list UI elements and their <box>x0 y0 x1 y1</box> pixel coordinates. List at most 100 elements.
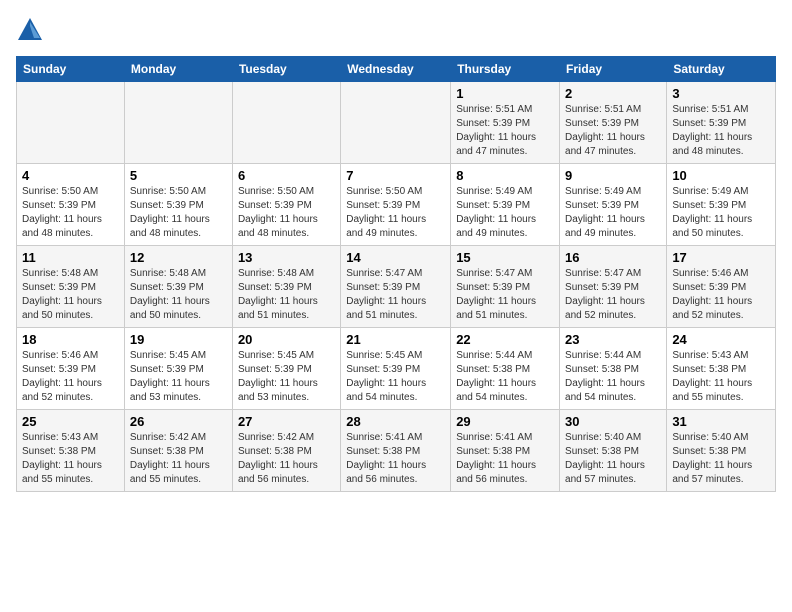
day-cell: 13Sunrise: 5:48 AM Sunset: 5:39 PM Dayli… <box>232 246 340 328</box>
day-info: Sunrise: 5:45 AM Sunset: 5:39 PM Dayligh… <box>238 349 335 405</box>
day-number: 30 <box>565 414 661 429</box>
day-cell: 28Sunrise: 5:41 AM Sunset: 5:38 PM Dayli… <box>341 410 451 492</box>
day-cell: 14 Sunrise: 5:47 AM Sunset: 5:39 PM Dayli… <box>341 246 451 328</box>
day-cell: 22Sunrise: 5:44 AM Sunset: 5:38 PM Dayli… <box>451 328 560 410</box>
header-cell-wednesday: Wednesday <box>341 57 451 82</box>
day-cell: 5 Sunrise: 5:50 AM Sunset: 5:39 PM Daylig… <box>124 164 232 246</box>
day-number: 25 <box>22 414 119 429</box>
day-number: 23 <box>565 332 661 347</box>
day-number: 27 <box>238 414 335 429</box>
day-cell: 8Sunrise: 5:49 AM Sunset: 5:39 PM Daylig… <box>451 164 560 246</box>
day-cell <box>124 82 232 164</box>
header-cell-tuesday: Tuesday <box>232 57 340 82</box>
day-number: 28 <box>346 414 445 429</box>
day-cell: 6 Sunrise: 5:50 AM Sunset: 5:39 PM Daylig… <box>232 164 340 246</box>
day-info: Sunrise: 5:51 AM Sunset: 5:39 PM Dayligh… <box>456 103 554 159</box>
day-info: Sunrise: 5:45 AM Sunset: 5:39 PM Dayligh… <box>346 349 445 405</box>
day-cell: 12 Sunrise: 5:48 AM Sunset: 5:39 PM Dayli… <box>124 246 232 328</box>
calendar-table: SundayMondayTuesdayWednesdayThursdayFrid… <box>16 56 776 492</box>
day-info: Sunrise: 5:50 AM Sunset: 5:39 PM Dayligh… <box>238 185 335 241</box>
day-info: Sunrise: 5:42 AM Sunset: 5:38 PM Dayligh… <box>130 431 227 487</box>
week-row-1: 1 Sunrise: 5:51 AM Sunset: 5:39 PM Daylig… <box>17 82 776 164</box>
day-cell: 7 Sunrise: 5:50 AM Sunset: 5:39 PM Daylig… <box>341 164 451 246</box>
day-number: 20 <box>238 332 335 347</box>
day-info: Sunrise: 5:43 AM Sunset: 5:38 PM Dayligh… <box>22 431 119 487</box>
day-cell: 11 Sunrise: 5:48 AM Sunset: 5:39 PM Dayli… <box>17 246 125 328</box>
day-info: Sunrise: 5:43 AM Sunset: 5:38 PM Dayligh… <box>672 349 770 405</box>
day-cell: 17 Sunrise: 5:46 AM Sunset: 5:39 PM Dayli… <box>667 246 776 328</box>
day-info: Sunrise: 5:51 AM Sunset: 5:39 PM Dayligh… <box>565 103 661 159</box>
day-cell: 3Sunrise: 5:51 AM Sunset: 5:39 PM Daylig… <box>667 82 776 164</box>
day-info: Sunrise: 5:49 AM Sunset: 5:39 PM Dayligh… <box>565 185 661 241</box>
day-cell: 23 Sunrise: 5:44 AM Sunset: 5:38 PM Dayli… <box>560 328 667 410</box>
day-number: 29 <box>456 414 554 429</box>
day-number: 9 <box>565 168 661 183</box>
day-info: Sunrise: 5:44 AM Sunset: 5:38 PM Dayligh… <box>456 349 554 405</box>
day-info: Sunrise: 5:48 AM Sunset: 5:39 PM Dayligh… <box>130 267 227 323</box>
day-cell: 31Sunrise: 5:40 AM Sunset: 5:38 PM Dayli… <box>667 410 776 492</box>
day-info: Sunrise: 5:51 AM Sunset: 5:39 PM Dayligh… <box>672 103 770 159</box>
day-number: 8 <box>456 168 554 183</box>
day-info: Sunrise: 5:42 AM Sunset: 5:38 PM Dayligh… <box>238 431 335 487</box>
day-cell: 4 Sunrise: 5:50 AM Sunset: 5:39 PM Daylig… <box>17 164 125 246</box>
day-number: 14 <box>346 250 445 265</box>
day-number: 18 <box>22 332 119 347</box>
week-row-5: 25 Sunrise: 5:43 AM Sunset: 5:38 PM Dayli… <box>17 410 776 492</box>
day-info: Sunrise: 5:50 AM Sunset: 5:39 PM Dayligh… <box>130 185 227 241</box>
day-number: 21 <box>346 332 445 347</box>
calendar-body: 1 Sunrise: 5:51 AM Sunset: 5:39 PM Daylig… <box>17 82 776 492</box>
day-cell: 27 Sunrise: 5:42 AM Sunset: 5:38 PM Dayli… <box>232 410 340 492</box>
header-cell-sunday: Sunday <box>17 57 125 82</box>
day-number: 19 <box>130 332 227 347</box>
day-number: 11 <box>22 250 119 265</box>
day-info: Sunrise: 5:45 AM Sunset: 5:39 PM Dayligh… <box>130 349 227 405</box>
day-info: Sunrise: 5:47 AM Sunset: 5:39 PM Dayligh… <box>565 267 661 323</box>
day-info: Sunrise: 5:47 AM Sunset: 5:39 PM Dayligh… <box>346 267 445 323</box>
day-cell: 26 Sunrise: 5:42 AM Sunset: 5:38 PM Dayli… <box>124 410 232 492</box>
day-cell: 1 Sunrise: 5:51 AM Sunset: 5:39 PM Daylig… <box>451 82 560 164</box>
day-number: 31 <box>672 414 770 429</box>
day-cell: 25 Sunrise: 5:43 AM Sunset: 5:38 PM Dayli… <box>17 410 125 492</box>
day-cell: 20 Sunrise: 5:45 AM Sunset: 5:39 PM Dayli… <box>232 328 340 410</box>
day-number: 12 <box>130 250 227 265</box>
day-number: 16 <box>565 250 661 265</box>
day-cell: 19 Sunrise: 5:45 AM Sunset: 5:39 PM Dayli… <box>124 328 232 410</box>
week-row-2: 4 Sunrise: 5:50 AM Sunset: 5:39 PM Daylig… <box>17 164 776 246</box>
day-info: Sunrise: 5:41 AM Sunset: 5:38 PM Dayligh… <box>456 431 554 487</box>
week-row-3: 11 Sunrise: 5:48 AM Sunset: 5:39 PM Dayli… <box>17 246 776 328</box>
day-number: 2 <box>565 86 661 101</box>
day-cell: 21 Sunrise: 5:45 AM Sunset: 5:39 PM Dayli… <box>341 328 451 410</box>
day-info: Sunrise: 5:50 AM Sunset: 5:39 PM Dayligh… <box>346 185 445 241</box>
day-info: Sunrise: 5:47 AM Sunset: 5:39 PM Dayligh… <box>456 267 554 323</box>
day-number: 1 <box>456 86 554 101</box>
day-cell: 30Sunrise: 5:40 AM Sunset: 5:38 PM Dayli… <box>560 410 667 492</box>
header-cell-friday: Friday <box>560 57 667 82</box>
day-number: 24 <box>672 332 770 347</box>
day-info: Sunrise: 5:46 AM Sunset: 5:39 PM Dayligh… <box>672 267 770 323</box>
day-info: Sunrise: 5:50 AM Sunset: 5:39 PM Dayligh… <box>22 185 119 241</box>
day-number: 6 <box>238 168 335 183</box>
day-cell: 29 Sunrise: 5:41 AM Sunset: 5:38 PM Dayli… <box>451 410 560 492</box>
day-number: 4 <box>22 168 119 183</box>
day-number: 7 <box>346 168 445 183</box>
day-info: Sunrise: 5:44 AM Sunset: 5:38 PM Dayligh… <box>565 349 661 405</box>
day-number: 17 <box>672 250 770 265</box>
calendar-header: SundayMondayTuesdayWednesdayThursdayFrid… <box>17 57 776 82</box>
header-cell-saturday: Saturday <box>667 57 776 82</box>
day-cell <box>341 82 451 164</box>
day-cell: 24 Sunrise: 5:43 AM Sunset: 5:38 PM Dayli… <box>667 328 776 410</box>
logo-icon <box>16 16 44 44</box>
day-number: 10 <box>672 168 770 183</box>
day-cell <box>17 82 125 164</box>
day-cell: 16 Sunrise: 5:47 AM Sunset: 5:39 PM Dayli… <box>560 246 667 328</box>
day-number: 13 <box>238 250 335 265</box>
day-cell: 10Sunrise: 5:49 AM Sunset: 5:39 PM Dayli… <box>667 164 776 246</box>
header-cell-thursday: Thursday <box>451 57 560 82</box>
day-cell: 9 Sunrise: 5:49 AM Sunset: 5:39 PM Daylig… <box>560 164 667 246</box>
day-number: 5 <box>130 168 227 183</box>
day-cell <box>232 82 340 164</box>
day-info: Sunrise: 5:48 AM Sunset: 5:39 PM Dayligh… <box>22 267 119 323</box>
page-header <box>16 16 776 44</box>
day-cell: 2 Sunrise: 5:51 AM Sunset: 5:39 PM Daylig… <box>560 82 667 164</box>
day-number: 26 <box>130 414 227 429</box>
